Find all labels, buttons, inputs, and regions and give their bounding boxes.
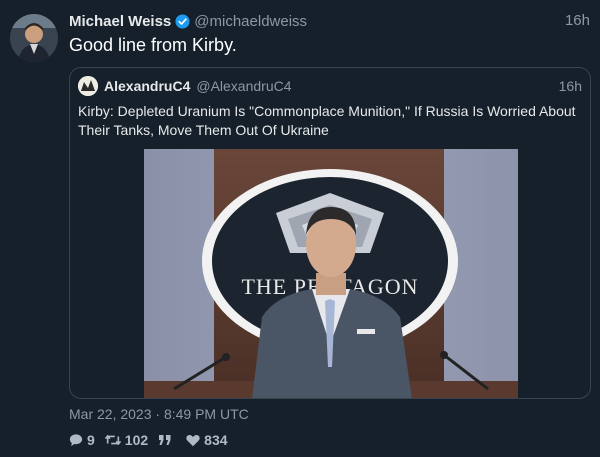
quoted-tweet-header: AlexandruC4 @AlexandruC4 16h (78, 76, 582, 96)
avatar[interactable] (10, 14, 58, 62)
tweet-timestamp[interactable]: Mar 22, 2023 · 8:49 PM UTC (69, 406, 249, 422)
tweet-actions: 9 102 834 (69, 431, 238, 449)
quoted-author-name[interactable]: AlexandruC4 (104, 78, 190, 94)
quote-button[interactable] (158, 433, 176, 447)
tweet-time[interactable]: 16h (565, 12, 590, 29)
reply-button[interactable]: 9 (69, 432, 95, 448)
retweet-count: 102 (124, 432, 149, 448)
retweet-icon (104, 434, 121, 446)
like-button[interactable]: 834 (186, 432, 228, 448)
author-name[interactable]: Michael Weiss (69, 13, 171, 30)
comment-icon (69, 434, 83, 447)
retweet-button[interactable]: 102 (104, 432, 149, 448)
tweet-text: Good line from Kirby. (69, 35, 237, 55)
quoted-tweet-text: Kirby: Depleted Uranium Is "Commonplace … (78, 103, 576, 138)
tweet-header: Michael Weiss @michaeldweiss 16h (69, 11, 590, 31)
heart-icon (186, 434, 200, 446)
quoted-avatar[interactable] (78, 76, 98, 96)
verified-badge-icon (175, 13, 190, 29)
author-handle[interactable]: @michaeldweiss (194, 13, 307, 30)
quoted-author-handle[interactable]: @AlexandruC4 (196, 78, 291, 94)
like-count: 834 (204, 432, 228, 448)
quoted-tweet[interactable]: AlexandruC4 @AlexandruC4 16h Kirby: Depl… (69, 67, 591, 399)
quote-icon (159, 435, 171, 445)
quoted-tweet-time[interactable]: 16h (559, 78, 582, 94)
quoted-media-image[interactable]: THE PENTAGON (144, 149, 518, 398)
reply-count: 9 (87, 432, 95, 448)
tweet[interactable]: Michael Weiss @michaeldweiss 16h Good li… (0, 0, 600, 457)
